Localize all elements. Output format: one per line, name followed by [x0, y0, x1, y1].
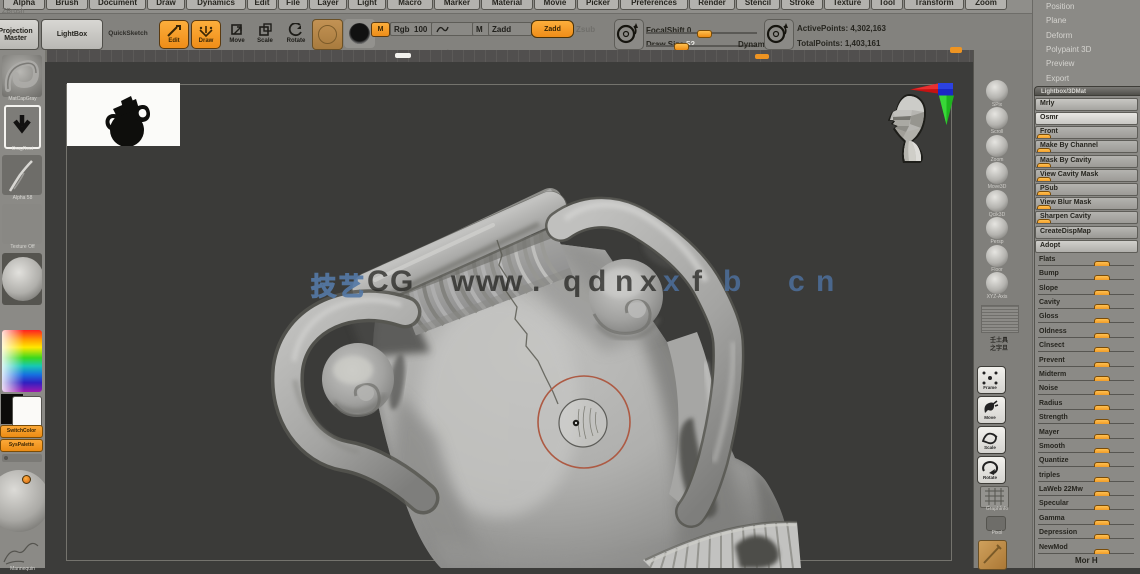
svg-text:Move: Move	[984, 415, 996, 420]
svg-text:Rotate: Rotate	[983, 475, 997, 480]
svg-text:Scale: Scale	[984, 445, 996, 450]
svg-text:Frame: Frame	[983, 385, 997, 390]
